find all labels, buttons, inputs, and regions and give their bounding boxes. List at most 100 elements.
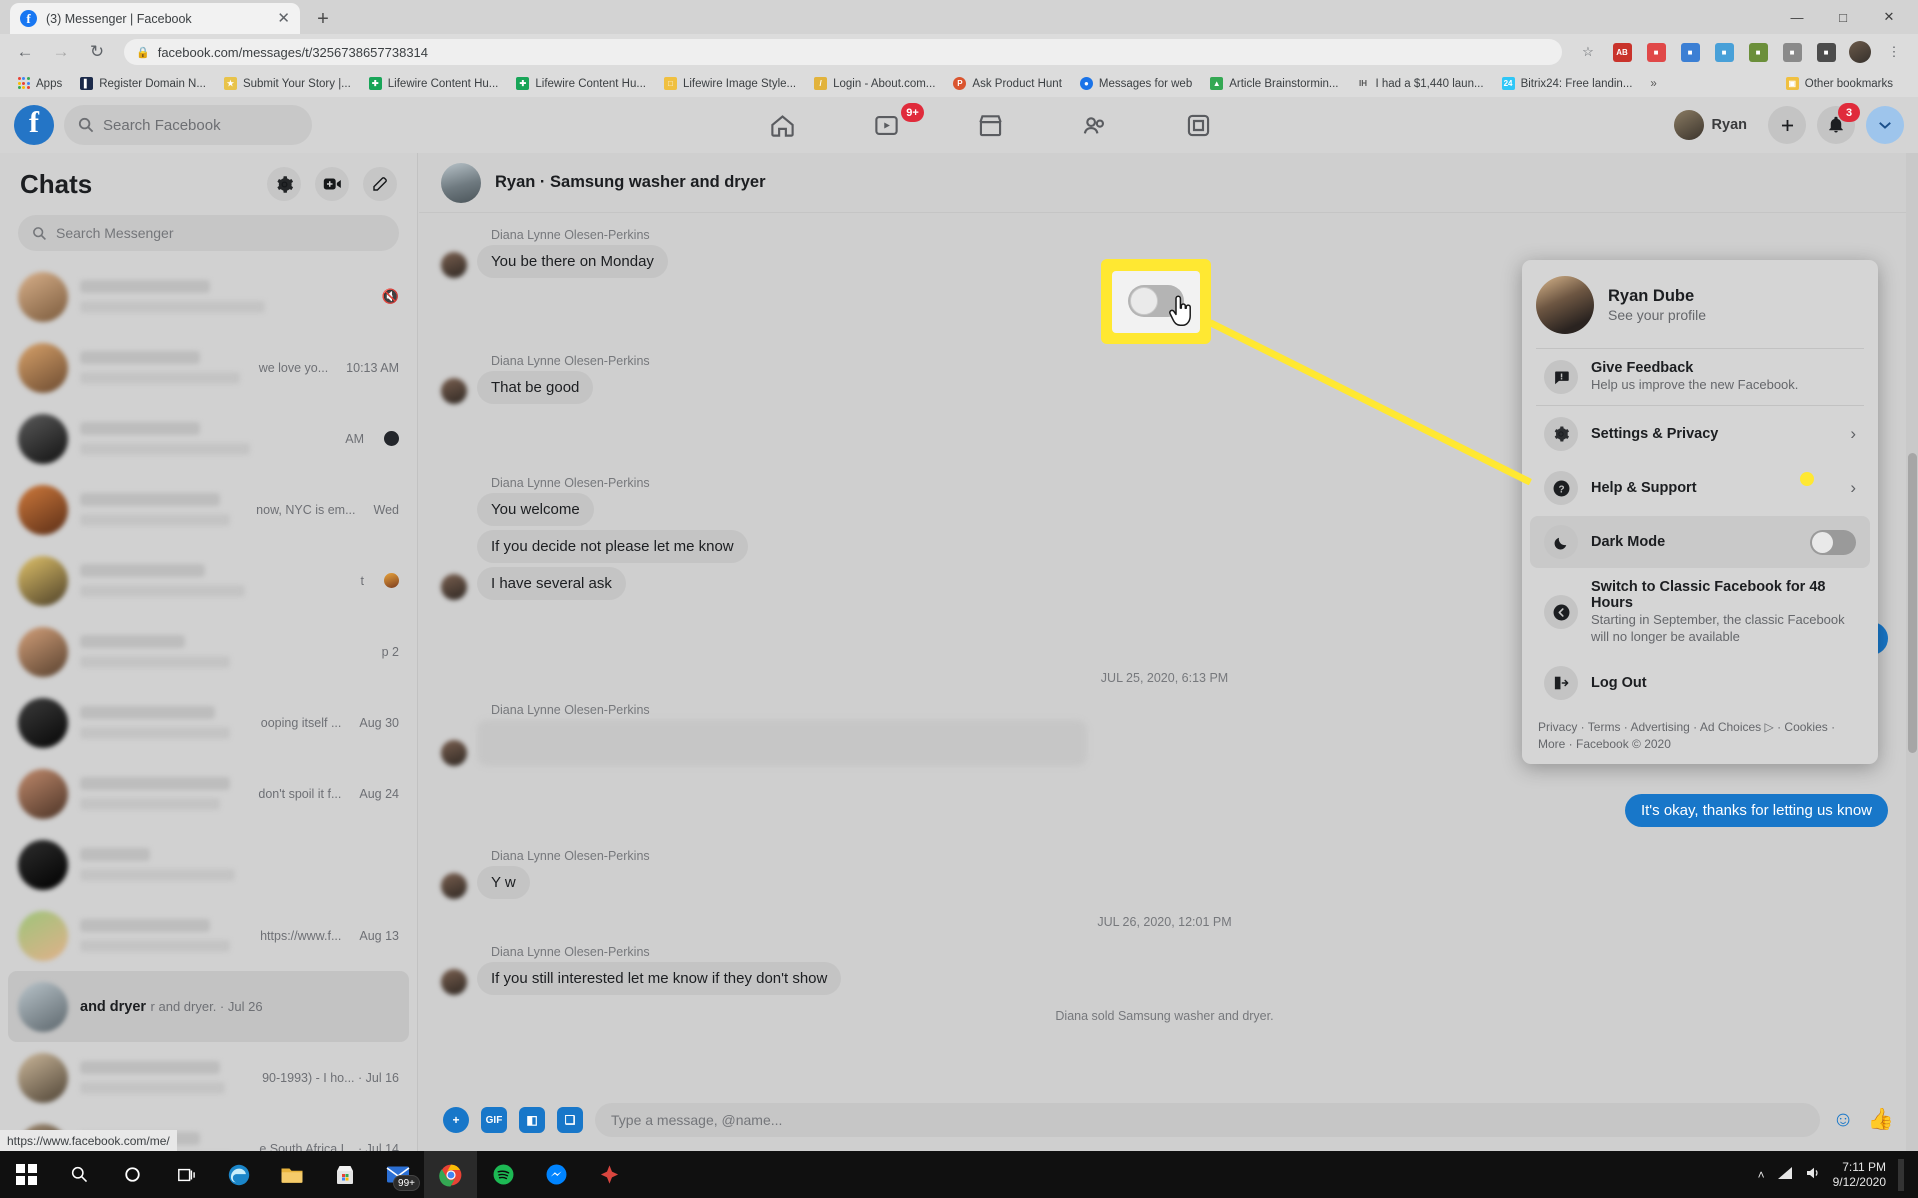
minimize-button[interactable]: — bbox=[1774, 0, 1820, 34]
message-bubble-outgoing[interactable]: It's okay, thanks for letting us know bbox=[1624, 794, 1888, 827]
cortana-icon[interactable] bbox=[106, 1151, 159, 1198]
list-item[interactable] bbox=[8, 829, 409, 900]
show-desktop-button[interactable] bbox=[1898, 1158, 1904, 1191]
scrollbar[interactable] bbox=[1906, 153, 1918, 1151]
microsoft-store-icon[interactable] bbox=[318, 1151, 371, 1198]
browser-tab[interactable]: f (3) Messenger | Facebook ✕ bbox=[10, 3, 300, 34]
settings-gear-icon[interactable] bbox=[267, 167, 301, 201]
extension-icon[interactable]: ■ bbox=[1778, 40, 1806, 64]
extension-icon[interactable]: ■ bbox=[1812, 40, 1840, 64]
account-menu-button[interactable] bbox=[1866, 106, 1904, 144]
profile-chip[interactable]: Ryan bbox=[1670, 106, 1757, 144]
avatar[interactable] bbox=[1846, 40, 1874, 64]
menu-item-dark-mode[interactable]: Dark Mode bbox=[1530, 516, 1870, 568]
thumbs-up-icon[interactable]: 👍 bbox=[1868, 1108, 1894, 1132]
bookmark-item[interactable]: 24 Bitrix24: Free landin... bbox=[1493, 73, 1642, 95]
network-icon[interactable] bbox=[1777, 1166, 1793, 1183]
maximize-button[interactable]: □ bbox=[1820, 0, 1866, 34]
chrome-icon[interactable] bbox=[424, 1151, 477, 1198]
message-bubble-redacted[interactable] bbox=[477, 720, 1087, 766]
bookmark-item[interactable]: IH I had a $1,440 laun... bbox=[1348, 73, 1493, 95]
messenger-icon[interactable] bbox=[530, 1151, 583, 1198]
bookmark-item[interactable]: ● Messages for web bbox=[1071, 73, 1201, 95]
bookmark-star-icon[interactable]: ☆ bbox=[1574, 40, 1602, 64]
list-item[interactable]: 90-1993) - I ho... · Jul 16 bbox=[8, 1042, 409, 1113]
bookmarks-overflow-button[interactable]: » bbox=[1641, 73, 1665, 95]
message-bubble[interactable]: If you still interested let me know if t… bbox=[477, 962, 842, 995]
edge-icon[interactable] bbox=[212, 1151, 265, 1198]
add-attachment-icon[interactable]: + bbox=[443, 1107, 469, 1133]
gif-icon[interactable]: GIF bbox=[481, 1107, 507, 1133]
menu-item-switch-classic[interactable]: Switch to Classic Facebook for 48 Hours … bbox=[1530, 570, 1870, 655]
window-close-button[interactable]: ✕ bbox=[1866, 0, 1912, 34]
bookmark-item[interactable]: ✚ Lifewire Content Hu... bbox=[507, 73, 655, 95]
bookmark-item[interactable]: ✚ Lifewire Content Hu... bbox=[360, 73, 508, 95]
extension-icon[interactable]: ■ bbox=[1642, 40, 1670, 64]
message-bubble[interactable]: Y w bbox=[477, 866, 530, 899]
adblock-icon[interactable]: AB bbox=[1608, 40, 1636, 64]
forward-icon[interactable]: → bbox=[46, 37, 76, 67]
search-messenger-input[interactable]: Search Messenger bbox=[18, 215, 399, 251]
menu-item-give-feedback[interactable]: Give Feedback Help us improve the new Fa… bbox=[1530, 351, 1870, 403]
bookmark-item[interactable]: / Login - About.com... bbox=[805, 73, 944, 95]
message-input[interactable]: Type a message, @name... bbox=[595, 1103, 1821, 1137]
file-explorer-icon[interactable] bbox=[265, 1151, 318, 1198]
message-bubble[interactable]: I have several ask bbox=[477, 567, 626, 600]
search-icon[interactable] bbox=[53, 1151, 106, 1198]
bookmark-item[interactable]: ▌ Register Domain N... bbox=[71, 73, 215, 95]
list-item[interactable]: AM bbox=[8, 403, 409, 474]
extension-icon[interactable]: ■ bbox=[1676, 40, 1704, 64]
close-icon[interactable]: ✕ bbox=[277, 11, 290, 26]
list-item-active[interactable]: and dryer r and dryer. · Jul 26 bbox=[8, 971, 409, 1042]
bookmark-item[interactable]: ▲ Article Brainstormin... bbox=[1201, 73, 1347, 95]
menu-footer-links[interactable]: Privacy · Terms · Advertising · Ad Choic… bbox=[1522, 711, 1878, 754]
extension-icon[interactable]: ■ bbox=[1744, 40, 1772, 64]
sticker-icon[interactable]: ◧ bbox=[519, 1107, 545, 1133]
emoji-icon[interactable]: ☺ bbox=[1832, 1108, 1853, 1132]
message-bubble[interactable]: That be good bbox=[477, 371, 594, 404]
list-item[interactable]: we love yo... 10:13 AM bbox=[8, 332, 409, 403]
dark-mode-toggle[interactable] bbox=[1810, 529, 1856, 555]
reload-icon[interactable]: ↻ bbox=[82, 37, 112, 67]
groups-icon[interactable] bbox=[1071, 105, 1119, 145]
message-bubble[interactable]: You be there on Monday bbox=[477, 245, 668, 278]
marketplace-icon[interactable] bbox=[967, 105, 1015, 145]
bookmark-item[interactable]: □ Lifewire Image Style... bbox=[655, 73, 805, 95]
browser-menu-icon[interactable]: ⋮ bbox=[1880, 40, 1908, 64]
mail-icon[interactable]: 99+ bbox=[371, 1151, 424, 1198]
bookmark-apps[interactable]: Apps bbox=[8, 73, 71, 95]
bookmark-item[interactable]: P Ask Product Hunt bbox=[944, 73, 1070, 95]
list-item[interactable]: https://www.f... Aug 13 bbox=[8, 900, 409, 971]
new-video-call-icon[interactable] bbox=[315, 167, 349, 201]
task-view-icon[interactable] bbox=[159, 1151, 212, 1198]
volume-icon[interactable] bbox=[1805, 1166, 1821, 1183]
notifications-button[interactable]: 3 bbox=[1817, 103, 1860, 144]
gaming-icon[interactable] bbox=[1175, 105, 1223, 145]
list-item[interactable]: 🔇 bbox=[8, 261, 409, 332]
scrollbar-thumb[interactable] bbox=[1908, 453, 1917, 753]
menu-item-help-support[interactable]: ? Help & Support › bbox=[1530, 462, 1870, 514]
app-icon[interactable] bbox=[583, 1151, 636, 1198]
bookmark-item[interactable]: ★ Submit Your Story |... bbox=[215, 73, 360, 95]
menu-profile-link[interactable]: Ryan Dube See your profile bbox=[1522, 268, 1878, 346]
message-bubble[interactable]: If you decide not please let me know bbox=[477, 530, 748, 563]
create-button[interactable] bbox=[1768, 106, 1806, 144]
extension-icon[interactable]: ■ bbox=[1710, 40, 1738, 64]
other-bookmarks-folder[interactable]: ▣ Other bookmarks bbox=[1777, 73, 1902, 95]
facebook-logo[interactable]: f bbox=[14, 105, 54, 145]
watch-icon[interactable]: 9+ bbox=[863, 103, 924, 145]
message-bubble[interactable]: You welcome bbox=[477, 493, 594, 526]
list-item[interactable]: ooping itself ... Aug 30 bbox=[8, 687, 409, 758]
back-icon[interactable]: ← bbox=[10, 37, 40, 67]
menu-item-log-out[interactable]: Log Out bbox=[1530, 657, 1870, 709]
home-icon[interactable] bbox=[759, 105, 807, 145]
search-input[interactable]: Search Facebook bbox=[64, 105, 312, 145]
tray-expand-icon[interactable]: ˄ bbox=[1758, 1168, 1765, 1182]
new-tab-button[interactable]: + bbox=[310, 6, 336, 32]
compose-message-icon[interactable] bbox=[363, 167, 397, 201]
list-item[interactable]: don't spoil it f... Aug 24 bbox=[8, 758, 409, 829]
menu-item-settings-privacy[interactable]: Settings & Privacy › bbox=[1530, 408, 1870, 460]
start-button[interactable] bbox=[0, 1151, 53, 1198]
list-item[interactable]: now, NYC is em... Wed bbox=[8, 474, 409, 545]
list-item[interactable]: t bbox=[8, 545, 409, 616]
